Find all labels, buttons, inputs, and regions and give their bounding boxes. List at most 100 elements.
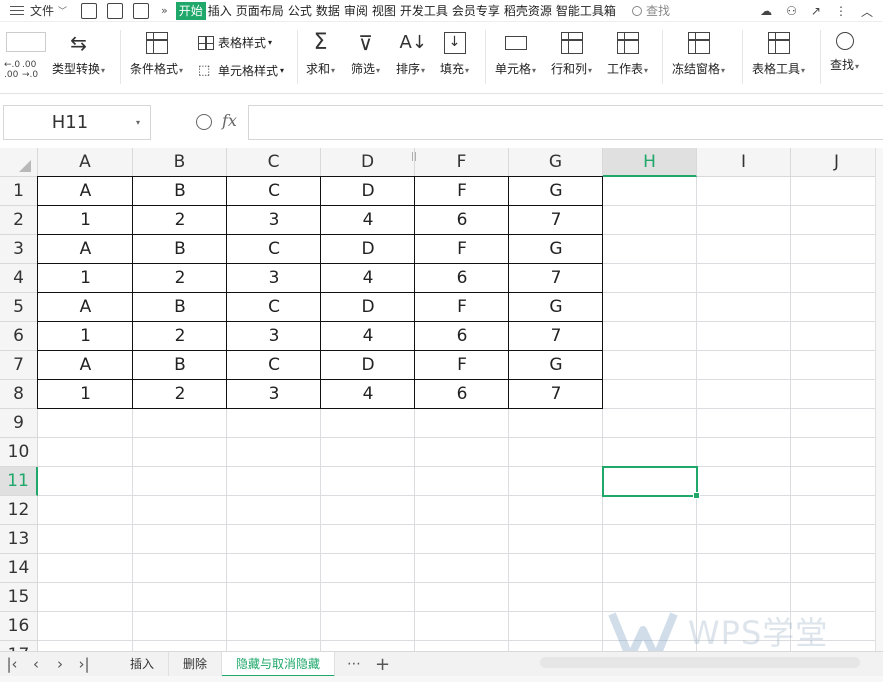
column-header-d[interactable]: D (321, 148, 415, 177)
cell-f4[interactable]: 6 (415, 264, 509, 293)
decimal-decrease-icon[interactable]: .00 →.0 (22, 60, 38, 80)
cell-a6[interactable]: 1 (38, 322, 133, 351)
row-header-6[interactable]: 6 (0, 322, 38, 351)
tab-developer[interactable]: 开发工具 (398, 2, 450, 20)
cell-c2[interactable]: 3 (227, 206, 321, 235)
cell-f3[interactable]: F (415, 235, 509, 264)
row-header-8[interactable]: 8 (0, 380, 38, 409)
cell-d2[interactable]: 4 (321, 206, 415, 235)
name-box[interactable]: H11 ▾ (3, 105, 151, 140)
cell-g6[interactable]: 7 (509, 322, 603, 351)
cell-b6[interactable]: 2 (133, 322, 227, 351)
cell-g7[interactable]: G (509, 351, 603, 380)
cell-g3[interactable]: G (509, 235, 603, 264)
next-sheet-icon[interactable]: › (48, 655, 72, 673)
row-header-12[interactable]: 12 (0, 496, 38, 525)
cloud-sync-icon[interactable]: ☁ (760, 4, 772, 18)
hamburger-menu-icon[interactable] (10, 5, 24, 16)
more-options-icon[interactable]: ⋮ (835, 4, 847, 18)
fill-button[interactable]: ↓ 填充▾ (440, 32, 469, 77)
last-sheet-icon[interactable]: ›| (72, 655, 96, 673)
cell-f2[interactable]: 6 (415, 206, 509, 235)
cell-f5[interactable]: F (415, 293, 509, 322)
tab-smart-tools[interactable]: 智能工具箱 (554, 2, 618, 20)
freeze-panes-button[interactable]: 冻结窗格▾ (672, 32, 725, 77)
find-button[interactable]: 查找▾ (830, 32, 859, 73)
cell-g8[interactable]: 7 (509, 380, 603, 409)
sum-button[interactable]: Σ 求和▾ (306, 32, 335, 77)
row-header-16[interactable]: 16 (0, 612, 38, 641)
share-user-icon[interactable]: ⚇ (786, 4, 797, 18)
sheet-tab-delete[interactable]: 删除 (169, 651, 223, 677)
cell-button[interactable]: 单元格▾ (495, 32, 536, 77)
sheet-tab-insert[interactable]: 插入 (116, 651, 170, 677)
cell-d1[interactable]: D (321, 177, 415, 206)
cell-b3[interactable]: B (133, 235, 227, 264)
cell-d8[interactable]: 4 (321, 380, 415, 409)
cell-c5[interactable]: C (227, 293, 321, 322)
zoom-icon[interactable] (196, 114, 212, 130)
row-header-13[interactable]: 13 (0, 525, 38, 554)
cell-a8[interactable]: 1 (38, 380, 133, 409)
row-header-14[interactable]: 14 (0, 554, 38, 583)
column-header-g[interactable]: G (509, 148, 603, 177)
row-header-15[interactable]: 15 (0, 583, 38, 612)
column-header-j[interactable]: J (791, 148, 883, 177)
row-header-9[interactable]: 9 (0, 409, 38, 438)
cell-c7[interactable]: C (227, 351, 321, 380)
cell-d3[interactable]: D (321, 235, 415, 264)
function-icon[interactable]: fx (222, 111, 237, 130)
cell-g1[interactable]: G (509, 177, 603, 206)
save-icon[interactable] (81, 2, 98, 19)
cell-a1[interactable]: A (38, 177, 133, 206)
row-header-17[interactable]: 17 (0, 641, 38, 651)
cell-a5[interactable]: A (38, 293, 133, 322)
search-box[interactable]: 查找 (631, 2, 670, 19)
row-header-11[interactable]: 11 (0, 467, 38, 496)
cell-d4[interactable]: 4 (321, 264, 415, 293)
cell-b7[interactable]: B (133, 351, 227, 380)
cell-b5[interactable]: B (133, 293, 227, 322)
row-header-1[interactable]: 1 (0, 177, 38, 206)
formula-input[interactable] (248, 105, 883, 140)
tab-view[interactable]: 视图 (370, 2, 398, 20)
row-col-button[interactable]: 行和列▾ (551, 32, 592, 77)
cell-a3[interactable]: A (38, 235, 133, 264)
cell-b2[interactable]: 2 (133, 206, 227, 235)
tab-review[interactable]: 审阅 (342, 2, 370, 20)
collapse-ribbon-icon[interactable]: ︿ (861, 3, 873, 20)
cell-a7[interactable]: A (38, 351, 133, 380)
cell-g2[interactable]: 7 (509, 206, 603, 235)
column-header-h[interactable]: H (603, 148, 697, 177)
cell-c1[interactable]: C (227, 177, 321, 206)
add-sheet-icon[interactable]: + (375, 654, 390, 675)
tab-docer[interactable]: 稻壳资源 (502, 2, 554, 20)
vertical-scrollbar[interactable] (875, 148, 883, 651)
export-icon[interactable] (107, 2, 124, 19)
cell-b4[interactable]: 2 (133, 264, 227, 293)
row-header-2[interactable]: 2 (0, 206, 38, 235)
cell-d7[interactable]: D (321, 351, 415, 380)
tab-home[interactable]: 开始 (175, 1, 206, 20)
select-all-corner[interactable] (0, 148, 38, 177)
selected-cell-h11[interactable] (602, 466, 700, 499)
cell-a4[interactable]: 1 (38, 264, 133, 293)
cell-f6[interactable]: 6 (415, 322, 509, 351)
tab-data[interactable]: 数据 (314, 2, 342, 20)
cell-c6[interactable]: 3 (227, 322, 321, 351)
cell-b1[interactable]: B (133, 177, 227, 206)
column-header-c[interactable]: C (227, 148, 321, 177)
filter-button[interactable]: ⊽ 筛选▾ (351, 32, 380, 77)
prev-sheet-icon[interactable]: ‹ (24, 655, 48, 673)
row-header-10[interactable]: 10 (0, 438, 38, 467)
table-tools-button[interactable]: 表格工具▾ (752, 32, 805, 77)
column-header-i[interactable]: I (697, 148, 791, 177)
cell-d5[interactable]: D (321, 293, 415, 322)
cell-c8[interactable]: 3 (227, 380, 321, 409)
print-icon[interactable] (133, 2, 150, 19)
row-header-4[interactable]: 4 (0, 264, 38, 293)
type-convert-button[interactable]: ⇆ 类型转换▾ (52, 32, 105, 77)
number-format-dropdown[interactable] (6, 32, 46, 52)
tab-formula[interactable]: 公式 (286, 2, 314, 20)
cell-g4[interactable]: 7 (509, 264, 603, 293)
